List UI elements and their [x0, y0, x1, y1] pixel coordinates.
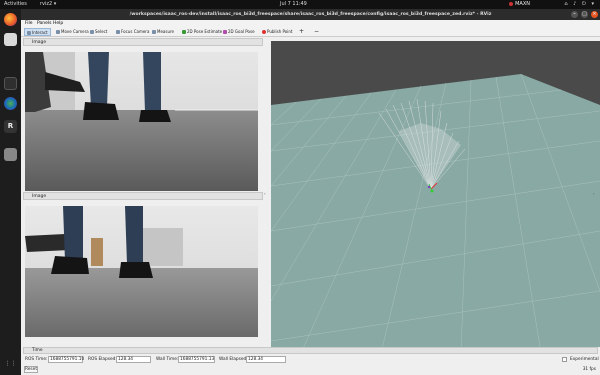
experimental-checkbox[interactable] — [562, 357, 567, 362]
ros-time-field[interactable]: 1688755791.10 — [48, 356, 84, 363]
pose-estimate-tool[interactable]: 2D Pose Estimate — [180, 28, 224, 36]
minimize-button[interactable]: – — [571, 11, 578, 18]
rviz-icon[interactable]: R — [4, 120, 17, 133]
close-button[interactable]: × — [591, 11, 598, 18]
3d-view[interactable] — [271, 41, 600, 353]
fps-counter: 31 fps — [582, 367, 596, 372]
show-apps-icon[interactable]: ⋮⋮ — [4, 357, 17, 370]
goal-pose-icon — [223, 30, 227, 34]
measure-icon — [152, 30, 156, 34]
3d-view-render — [271, 73, 600, 353]
select-icon — [90, 30, 94, 34]
right-splitter-handle[interactable]: › — [593, 191, 597, 196]
files-icon[interactable] — [4, 33, 17, 46]
add-tool-button[interactable]: + — [297, 28, 306, 36]
camera-image-top — [25, 52, 258, 191]
ros-elapsed-label: ROS Elapsed: — [88, 357, 117, 362]
publish-point-tool[interactable]: Publish Point — [260, 28, 294, 36]
toolbar: Interact Move Camera Select Focus Camera… — [21, 27, 600, 37]
time-panel-title: Time — [32, 348, 43, 353]
focus-camera-icon — [116, 30, 120, 34]
wall-elapsed-field[interactable]: 128.34 — [246, 356, 286, 363]
window-title-bar: /workspaces/isaac_ros-dev/install/isaac_… — [21, 9, 600, 20]
menu-panels[interactable]: Panels — [37, 21, 51, 26]
time-panel: Time ROS Time: 1688755791.10 ROS Elapsed… — [21, 347, 600, 375]
isaac-icon[interactable] — [4, 97, 17, 110]
move-camera-icon — [56, 30, 60, 34]
wall-time-field[interactable]: 1688755791.13 — [178, 356, 215, 363]
clock[interactable]: Jul 7 11:49 — [280, 1, 307, 7]
activities-button[interactable]: Activities — [4, 1, 27, 7]
image-panel-bottom-title: Image — [32, 194, 47, 199]
move-camera-tool[interactable]: Move Camera — [54, 28, 91, 36]
goal-pose-tool[interactable]: 2D Goal Pose — [221, 28, 257, 36]
select-tool[interactable]: Select — [88, 28, 109, 36]
camera-image-bottom — [25, 206, 258, 337]
experimental-label: Experimental — [570, 357, 599, 362]
camera-marker — [427, 185, 431, 189]
reset-button[interactable]: Reset — [24, 366, 38, 373]
time-panel-header[interactable]: Time — [23, 347, 598, 354]
pose-estimate-icon — [182, 30, 186, 34]
terminal-icon[interactable] — [4, 77, 17, 90]
dock: R ⋮⋮ — [0, 9, 21, 375]
maximize-button[interactable]: □ — [581, 11, 588, 18]
system-top-bar: Activities rviz2 ▾ Jul 7 11:49 MAXN ⌂ ♪ … — [0, 0, 600, 9]
focus-camera-tool[interactable]: Focus Camera — [114, 28, 151, 36]
app-menu[interactable]: rviz2 ▾ — [40, 1, 56, 7]
system-tray[interactable]: ⌂ ♪ ⏻ ▾ — [564, 1, 596, 7]
wall-time-label: Wall Time: — [156, 357, 179, 362]
image-panel-top-title: Image — [32, 40, 47, 45]
camera-image-bottom-render — [25, 206, 258, 337]
camera-image-top-render — [25, 52, 258, 191]
measure-tool[interactable]: Measure — [150, 28, 176, 36]
image-panel-bottom-header[interactable]: Image — [23, 192, 263, 200]
image-panel-top-header[interactable]: Image — [23, 38, 263, 46]
firefox-icon[interactable] — [4, 13, 17, 26]
interact-tool[interactable]: Interact — [24, 28, 51, 36]
power-mode-indicator[interactable]: MAXN — [509, 1, 530, 7]
menu-file[interactable]: File — [25, 21, 33, 26]
publish-point-icon — [262, 30, 266, 34]
remove-tool-button[interactable]: − — [312, 28, 321, 36]
wall-elapsed-label: Wall Elapsed: — [219, 357, 248, 362]
menu-bar: File Panels Help — [21, 20, 600, 27]
rviz-window: /workspaces/isaac_ros-dev/install/isaac_… — [21, 9, 600, 375]
menu-help[interactable]: Help — [53, 21, 63, 26]
interact-icon — [27, 31, 31, 35]
trash-icon[interactable] — [4, 148, 17, 161]
splitter-handle[interactable]: ‹ — [264, 191, 268, 196]
ros-elapsed-field[interactable]: 128.34 — [116, 356, 151, 363]
window-title: /workspaces/isaac_ros-dev/install/isaac_… — [129, 12, 492, 17]
ros-time-label: ROS Time: — [25, 357, 48, 362]
robot-marker — [430, 189, 434, 193]
